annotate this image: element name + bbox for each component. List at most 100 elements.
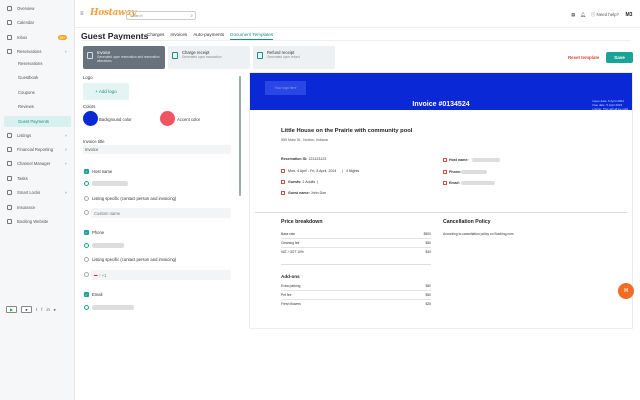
globe-icon: [7, 219, 12, 224]
redacted-value: [92, 181, 128, 186]
invoice-preview: Your logo here Issue date: 5 April 2024 D…: [250, 73, 632, 328]
sidebar-footer: ▶ ● t f in ▸: [6, 306, 56, 313]
invoice-title-input[interactable]: Invoice: [83, 145, 231, 154]
divider: [81, 40, 631, 41]
add-logo-button[interactable]: + Add logo: [83, 83, 129, 100]
youtube-icon[interactable]: ▸: [54, 307, 56, 313]
redacted-value: [92, 243, 124, 248]
reservation-id: Reservation ID: 123123123: [281, 157, 327, 161]
sidebar-item-calendar[interactable]: Calendar: [4, 17, 71, 28]
apps-icon[interactable]: ▦: [571, 12, 575, 18]
phone-radio-listing[interactable]: [84, 257, 89, 262]
chevron-down-icon: ˅: [64, 161, 67, 166]
phone-field: Phone:: [449, 170, 462, 174]
price-row: Base rate $500: [281, 232, 431, 236]
cancellation-policy-title: Cancellation Policy: [443, 219, 491, 225]
price-breakdown-title: Price breakdown: [281, 219, 323, 225]
listing-address: 555 Main St., Norton, Indiana: [281, 138, 328, 142]
document-icon: [87, 52, 93, 59]
facebook-icon[interactable]: f: [41, 307, 42, 312]
sidebar-item-guest-payments[interactable]: Guest Payments: [4, 116, 71, 127]
logo-label: Logo: [83, 75, 93, 80]
email-radio-default[interactable]: [84, 305, 89, 310]
sidebar-item-booking-website[interactable]: Booking Website: [4, 216, 71, 227]
tab-invoices[interactable]: Invoices: [170, 32, 187, 40]
guests: Guests: 2 Adults |: [288, 180, 319, 184]
scrollbar[interactable]: [239, 76, 241, 196]
host-name-checkbox[interactable]: ✓: [84, 169, 89, 174]
redacted-value: [92, 305, 134, 310]
save-button[interactable]: Save: [606, 52, 633, 63]
tab-auto-payments[interactable]: Auto-payments: [193, 32, 224, 40]
invoice-body: Little House on the Prairie with communi…: [250, 110, 632, 328]
redacted-value: [472, 158, 500, 162]
guests-icon: [281, 180, 285, 184]
template-card-invoice[interactable]: Invoice Generated upon reservation and re…: [83, 46, 165, 69]
sidebar-item-listings[interactable]: Listings ˅: [4, 130, 71, 141]
host-name-radio-custom[interactable]: [84, 210, 89, 215]
tab-document-templates[interactable]: Document Templates: [230, 32, 274, 40]
menu-icon[interactable]: ≡: [80, 11, 84, 17]
tabs: Charges Invoices Auto-payments Document …: [147, 32, 274, 40]
phone-checkbox[interactable]: ✓: [84, 230, 89, 235]
host-name-radio-listing[interactable]: [84, 196, 89, 201]
redacted-value: [461, 170, 487, 174]
accent-color-swatch[interactable]: [160, 111, 175, 126]
sidebar-item-reviews[interactable]: Reviews: [4, 101, 71, 112]
chevron-down-icon: ˅: [64, 190, 67, 195]
sidebar-item-tasks[interactable]: Tasks: [4, 173, 71, 184]
template-card-refund-receipt[interactable]: Refund receipt Generated upon refund: [253, 46, 335, 69]
receipt-icon: [172, 52, 178, 59]
sidebar-item-reservations-group[interactable]: Reservations ˄: [4, 46, 71, 57]
email-checkbox[interactable]: ✓: [84, 292, 89, 297]
background-color-swatch[interactable]: [83, 111, 98, 126]
search-input[interactable]: Search ⌕: [126, 11, 196, 20]
top-bar: ≡ Hostaway Search ⌕ ▦ 🔔︎ ⓘ Need help? M3: [75, 0, 640, 28]
template-card-charge-receipt[interactable]: Charge receipt Generated upon transaction: [168, 46, 250, 69]
sidebar-item-insurance[interactable]: Insurance: [4, 202, 71, 213]
sidebar-item-guestbook[interactable]: Guestbook: [4, 72, 71, 83]
redacted-value: [461, 181, 495, 185]
phone-icon: [443, 170, 447, 174]
email-label: Email: [92, 292, 103, 297]
phone-radio-default[interactable]: [84, 243, 89, 248]
background-color-label: Background color: [99, 117, 132, 122]
host-name-radio-default[interactable]: [84, 181, 89, 186]
avatar[interactable]: M3: [624, 11, 634, 19]
email-icon: [443, 181, 447, 185]
custom-name-input[interactable]: Custom name: [91, 208, 231, 218]
twitter-icon[interactable]: t: [36, 307, 37, 312]
reservations-icon: [7, 49, 12, 54]
price-row: VAT / GST 10% $40: [281, 250, 431, 254]
sidebar-item-smart-locks[interactable]: Smart Locks ˅: [4, 187, 71, 198]
listing-specific-label: Listing specific (contact person and inv…: [92, 196, 177, 201]
user-icon: [281, 191, 285, 195]
sidebar-item-coupons[interactable]: Coupons: [4, 87, 71, 98]
chevron-down-icon: ˅: [64, 147, 67, 152]
help-chat-button[interactable]: H: [618, 283, 634, 299]
refund-icon: [257, 52, 263, 59]
search-icon: ⌕: [190, 13, 193, 18]
bell-icon[interactable]: 🔔︎: [580, 12, 586, 18]
host-name-field: Host name:: [449, 158, 469, 162]
stay-dates: Mon, 4 April - Fri, 8 April, 2024: [288, 169, 337, 173]
google-play-icon[interactable]: ▶: [6, 306, 17, 313]
reset-template-button[interactable]: Reset template: [568, 55, 599, 60]
sidebar-item-reservations[interactable]: Reservations: [4, 58, 71, 69]
sidebar-item-overview[interactable]: Overview: [4, 3, 71, 14]
chevron-down-icon: ˅: [98, 273, 101, 277]
logo-placeholder: Your logo here: [265, 81, 306, 95]
sidebar-item-channel-manager[interactable]: Channel Manager ˅: [4, 158, 71, 169]
phone-input[interactable]: ▬ ˅ +1: [91, 270, 231, 280]
sidebar-item-inbox[interactable]: Inbox 99+: [4, 32, 71, 43]
home-icon: [7, 6, 12, 11]
lock-icon: [7, 190, 12, 195]
sidebar-item-financial-reporting[interactable]: Financial Reporting ˅: [4, 144, 71, 155]
listing-name: Little House on the Prairie with communi…: [281, 128, 413, 134]
phone-radio-custom[interactable]: [84, 272, 89, 277]
nights-count: | 4 Nights: [342, 169, 360, 173]
linkedin-icon[interactable]: in: [46, 307, 49, 312]
help-link[interactable]: ⓘ Need help?: [591, 12, 619, 18]
apple-store-icon[interactable]: ●: [21, 306, 32, 313]
tab-charges[interactable]: Charges: [147, 32, 164, 40]
